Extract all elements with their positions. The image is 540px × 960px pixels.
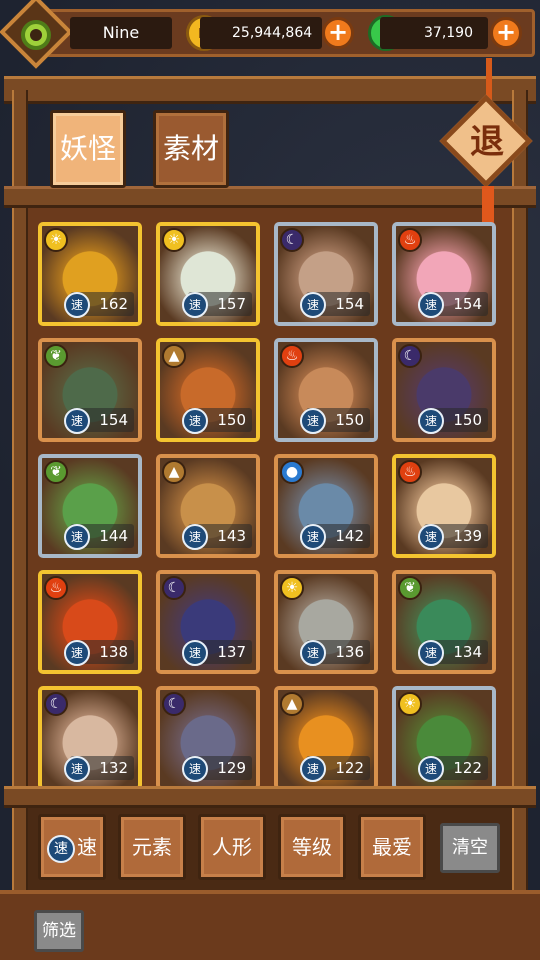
screen-button[interactable]: 筛选 [34, 910, 84, 952]
earth-element-icon: ▲ [162, 460, 186, 484]
clear-filter-button[interactable]: 清空 [440, 823, 500, 873]
monster-card[interactable]: ☾ 150 速 [392, 338, 496, 442]
leaf-element-icon: ❦ [44, 344, 68, 368]
monster-card[interactable]: ❦ 144 速 [38, 454, 142, 558]
leaf-element-icon: ❦ [44, 460, 68, 484]
jade-amount: 37,190 [380, 17, 488, 49]
tab-materials[interactable]: 素材 [153, 110, 229, 188]
speed-icon: 速 [64, 640, 90, 666]
leaf-element-icon: ❦ [398, 576, 422, 600]
monster-card[interactable]: ☀ 122 速 [392, 686, 496, 790]
speed-icon: 速 [64, 292, 90, 318]
exit-tassel [482, 186, 494, 226]
monster-card[interactable]: ♨ 138 速 [38, 570, 142, 674]
filter-favorite-label: 最爱 [372, 835, 412, 859]
monster-card[interactable]: ▲ 122 速 [274, 686, 378, 790]
upper-shelf [4, 186, 536, 208]
speed-icon: 速 [182, 640, 208, 666]
filter-speed-label: 速 [77, 835, 97, 859]
top-bar: Nine 25,944,864 + 37,190 + [0, 0, 540, 69]
sun-element-icon: ☀ [162, 228, 186, 252]
fire-element-icon: ♨ [280, 344, 304, 368]
speed-icon: 速 [47, 834, 75, 863]
earth-element-icon: ▲ [162, 344, 186, 368]
sun-element-icon: ☀ [398, 692, 422, 716]
add-jade-button[interactable]: + [490, 17, 522, 49]
monster-card[interactable]: ♨ 154 速 [392, 222, 496, 326]
gold-amount: 25,944,864 [200, 17, 322, 49]
speed-icon: 速 [64, 524, 90, 550]
monster-card[interactable]: ☾ 137 速 [156, 570, 260, 674]
speed-icon: 速 [300, 524, 326, 550]
moon-element-icon: ☾ [44, 692, 68, 716]
exit-label: 退 [470, 122, 504, 162]
speed-icon: 速 [300, 292, 326, 318]
player-name: Nine [70, 17, 172, 49]
add-gold-button[interactable]: + [322, 17, 354, 49]
water-element-icon: ● [280, 460, 304, 484]
speed-icon: 速 [418, 524, 444, 550]
monster-card[interactable]: ☾ 129 速 [156, 686, 260, 790]
earth-element-icon: ▲ [280, 692, 304, 716]
speed-icon: 速 [418, 292, 444, 318]
fire-element-icon: ♨ [398, 228, 422, 252]
monster-card[interactable]: ☀ 162 速 [38, 222, 142, 326]
monster-card[interactable]: ♨ 150 速 [274, 338, 378, 442]
monster-card[interactable]: ☾ 132 速 [38, 686, 142, 790]
speed-icon: 速 [418, 756, 444, 782]
monster-card[interactable]: ☾ 154 速 [274, 222, 378, 326]
monster-card[interactable]: ● 142 速 [274, 454, 378, 558]
monster-card[interactable]: ▲ 143 速 [156, 454, 260, 558]
filter-humanoid-button[interactable]: 人形 [198, 814, 266, 880]
speed-icon: 速 [300, 640, 326, 666]
exit-button[interactable]: 退 [439, 94, 533, 188]
speed-icon: 速 [418, 408, 444, 434]
speed-icon: 速 [182, 292, 208, 318]
speed-icon: 速 [182, 524, 208, 550]
speed-icon: 速 [300, 756, 326, 782]
monster-card[interactable]: ▲ 150 速 [156, 338, 260, 442]
filter-speed-button[interactable]: 速速 [38, 814, 106, 880]
monster-card[interactable]: ❦ 134 速 [392, 570, 496, 674]
speed-icon: 速 [64, 756, 90, 782]
filter-humanoid-label: 人形 [212, 835, 252, 859]
moon-element-icon: ☾ [162, 576, 186, 600]
monster-card[interactable]: ♨ 139 速 [392, 454, 496, 558]
speed-icon: 速 [182, 756, 208, 782]
moon-element-icon: ☾ [162, 692, 186, 716]
speed-icon: 速 [300, 408, 326, 434]
speed-icon: 速 [418, 640, 444, 666]
monster-card[interactable]: ☀ 157 速 [156, 222, 260, 326]
emblem-hole [30, 29, 42, 41]
speed-icon: 速 [182, 408, 208, 434]
sun-element-icon: ☀ [280, 576, 304, 600]
sun-element-icon: ☀ [44, 228, 68, 252]
filter-favorite-button[interactable]: 最爱 [358, 814, 426, 880]
fire-element-icon: ♨ [398, 460, 422, 484]
monster-card[interactable]: ❦ 154 速 [38, 338, 142, 442]
monster-card[interactable]: ☀ 136 速 [274, 570, 378, 674]
moon-element-icon: ☾ [398, 344, 422, 368]
filter-element-button[interactable]: 元素 [118, 814, 186, 880]
filter-element-label: 元素 [132, 835, 172, 859]
speed-icon: 速 [64, 408, 90, 434]
moon-element-icon: ☾ [280, 228, 304, 252]
fire-element-icon: ♨ [44, 576, 68, 600]
tab-monsters[interactable]: 妖怪 [50, 110, 126, 188]
lower-shelf [4, 786, 536, 808]
filter-level-button[interactable]: 等级 [278, 814, 346, 880]
filter-level-label: 等级 [292, 835, 332, 859]
